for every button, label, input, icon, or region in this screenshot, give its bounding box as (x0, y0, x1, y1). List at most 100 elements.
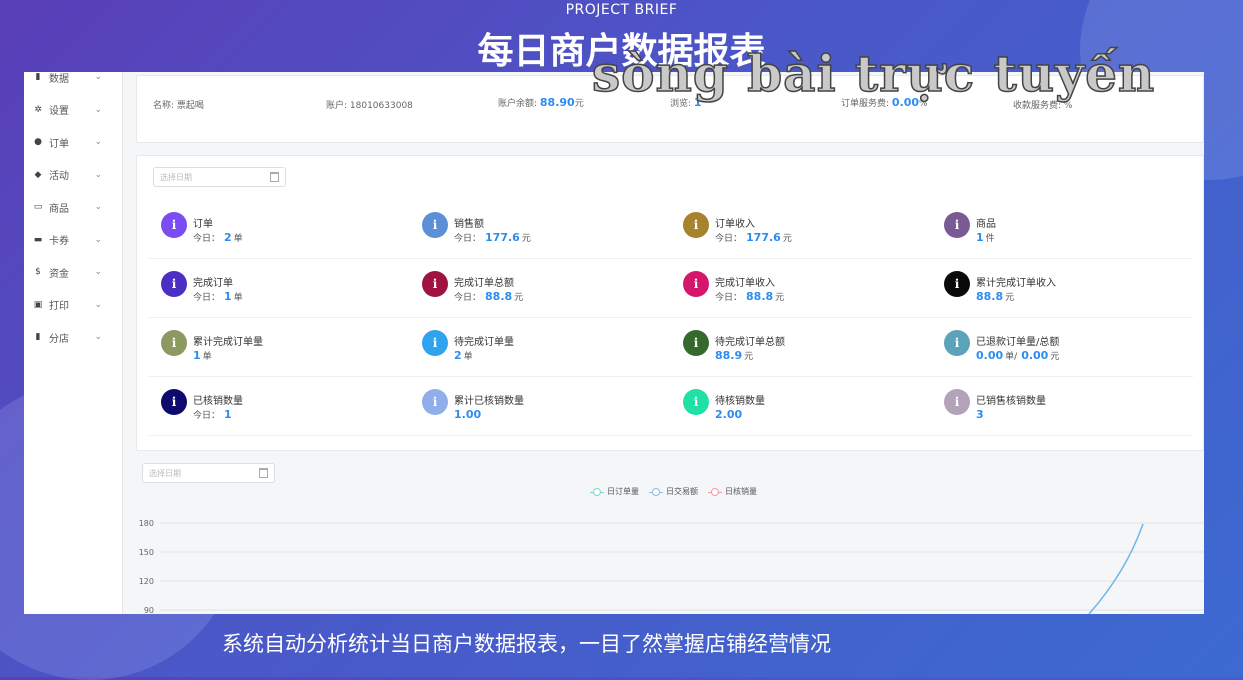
stat-prefix: 今日： (193, 234, 221, 244)
sidebar-item-label: 打印 (49, 301, 69, 312)
stat-value: 88.9 (715, 349, 743, 362)
stat-title: 累计已核销数量 (454, 396, 524, 407)
stat-unit: 元 (514, 293, 524, 303)
stat-title: 累计完成订单收入 (976, 278, 1056, 289)
watermark-text: sòng bài trực tuyến (591, 43, 1156, 104)
stat-value: 1 (224, 290, 232, 303)
sidebar-item-label: 设置 (49, 106, 69, 117)
stat-value: 2.00 (715, 408, 743, 421)
order-icon: ● (34, 137, 42, 147)
row-divider (149, 258, 1193, 259)
date-placeholder: 选择日期 (160, 172, 192, 182)
stat-value: 1 (224, 408, 232, 421)
stat-value-line: 0.00 单/0.00 元 (976, 349, 1059, 362)
sidebar-item-8[interactable]: ▮ 分店 ⌄ (24, 321, 122, 353)
sidebar-item-7[interactable]: ▣ 打印 ⌄ (24, 289, 122, 321)
account-value: 18010633008 (349, 101, 413, 111)
chevron-down-icon: ⌄ (94, 299, 102, 310)
balance-unit: 元 (574, 99, 584, 109)
sidebar: ▮ 数据 ⌄ ✲ 设置 ⌄ ● 订单 ⌄ ◆ 活动 ⌄ ▭ 商品 ⌄ ▬ 卡券 ⌄ $ 资金 ⌄ ▣ 打印 ⌄ ▮ 分店 ⌄ (24, 72, 123, 614)
stats-date-picker[interactable]: 选择日期 (153, 167, 286, 187)
stat-title: 已核销数量 (193, 396, 243, 407)
legend-item[interactable]: 日订单量 (590, 486, 639, 497)
slide-caption: 系统自动分析统计当日商户数据报表，一目了然掌握店铺经营情况 (222, 632, 831, 656)
store-chart-icon: ▮ (35, 332, 41, 342)
stat-title: 待完成订单量 (454, 337, 514, 348)
info-icon: i (683, 330, 709, 356)
sidebar-item-label: 资金 (49, 268, 69, 280)
merchant-name-value: 票起喝 (176, 101, 204, 111)
stat-card: i 商品 1 件 (944, 201, 1194, 259)
stat-card: i 完成订单总额 今日： 88.8 元 (422, 260, 672, 318)
stat-title: 商品 (976, 219, 996, 230)
shop-icon: ▭ (33, 202, 43, 212)
stat-card: i 订单收入 今日： 177.6 元 (683, 201, 933, 259)
sidebar-item-3[interactable]: ◆ 活动 ⌄ (24, 159, 122, 191)
line-chart: 180 150 120 90 (139, 519, 1204, 614)
stat-card: i 订单 今日： 2 单 (161, 201, 411, 259)
sidebar-item-label: 商品 (49, 203, 69, 215)
bar-chart-icon: ▮ (35, 72, 41, 82)
legend-item[interactable]: 日交易额 (649, 486, 698, 497)
legend-marker (708, 487, 722, 496)
info-icon: i (161, 389, 187, 415)
sidebar-item-label: 数据 (49, 73, 69, 85)
legend-dot (711, 487, 719, 496)
card-icon: ▬ (33, 234, 43, 245)
info-icon: i (944, 330, 970, 356)
chart-date-picker[interactable]: 选择日期 (142, 463, 275, 483)
stat-prefix: 今日： (454, 293, 482, 303)
legend-item[interactable]: 日核销量 (708, 486, 757, 497)
stat-card: i 销售额 今日： 177.6 元 (422, 201, 672, 259)
stat-prefix: 今日： (454, 234, 482, 244)
stat-card: i 待核销数量 2.00 (683, 378, 933, 436)
stat-value: 2 (454, 349, 462, 362)
stat-unit: 元 (521, 234, 531, 244)
stat-value: 88.8 (746, 290, 774, 303)
stat-prefix: 今日： (193, 293, 221, 303)
stat-value-line: 今日： 2 单 (193, 231, 243, 244)
chevron-down-icon: ⌄ (94, 332, 102, 342)
info-icon: i (161, 330, 187, 356)
info-icon: i (944, 389, 970, 415)
stat-title: 已销售核销数量 (976, 396, 1046, 407)
info-icon: i (422, 271, 448, 297)
legend-label: 日核销量 (725, 487, 757, 496)
calendar-icon (259, 468, 268, 478)
info-icon: i (683, 212, 709, 238)
stat-title: 累计完成订单量 (193, 337, 263, 348)
stat-unit: 件 (985, 234, 995, 244)
printer-icon: ▣ (33, 299, 43, 310)
sidebar-item-label: 活动 (49, 171, 69, 182)
sidebar-item-0[interactable]: ▮ 数据 ⌄ (24, 72, 122, 93)
stat-value-2: 0.00 (1021, 349, 1049, 362)
stat-value-line: 1.00 (454, 408, 481, 421)
tag-icon: ◆ (34, 169, 42, 180)
sidebar-item-5[interactable]: ▬ 卡券 ⌄ (24, 224, 122, 256)
chevron-down-icon: ⌄ (94, 137, 102, 147)
stat-value: 88.8 (485, 290, 513, 303)
info-icon: i (944, 212, 970, 238)
merchant-name: 名称: 票起喝 (153, 98, 204, 111)
stat-unit: 元 (744, 352, 754, 362)
sidebar-item-6[interactable]: $ 资金 ⌄ (24, 256, 122, 288)
sidebar-item-2[interactable]: ● 订单 ⌄ (24, 126, 122, 158)
account-balance: 账户余额: 88.90元 (498, 96, 584, 109)
dollar-icon: $ (35, 267, 41, 277)
sidebar-item-1[interactable]: ✲ 设置 ⌄ (24, 94, 122, 126)
sidebar-item-4[interactable]: ▭ 商品 ⌄ (24, 191, 122, 223)
gear-icon: ✲ (34, 104, 42, 115)
stat-value: 1.00 (454, 408, 482, 421)
stat-unit: 单 (463, 352, 473, 362)
stat-value-line: 今日： 1 单 (193, 290, 243, 303)
stat-unit: 元 (1005, 293, 1015, 303)
series-line (1088, 523, 1144, 614)
stat-prefix: 今日： (715, 234, 743, 244)
stat-value-line: 1件 (976, 231, 995, 244)
stats-panel: 选择日期 i 订单 今日： 2 单 i 销售额 今日： 177.6 元 i 订单收入 今日： 177.6 元… (136, 155, 1204, 451)
stat-value-line: 今日： 177.6 元 (715, 231, 792, 244)
chevron-down-icon: ⌄ (94, 234, 102, 245)
stat-value: 3 (976, 408, 984, 421)
date-placeholder: 选择日期 (149, 468, 181, 478)
chevron-down-icon: ⌄ (94, 267, 102, 277)
